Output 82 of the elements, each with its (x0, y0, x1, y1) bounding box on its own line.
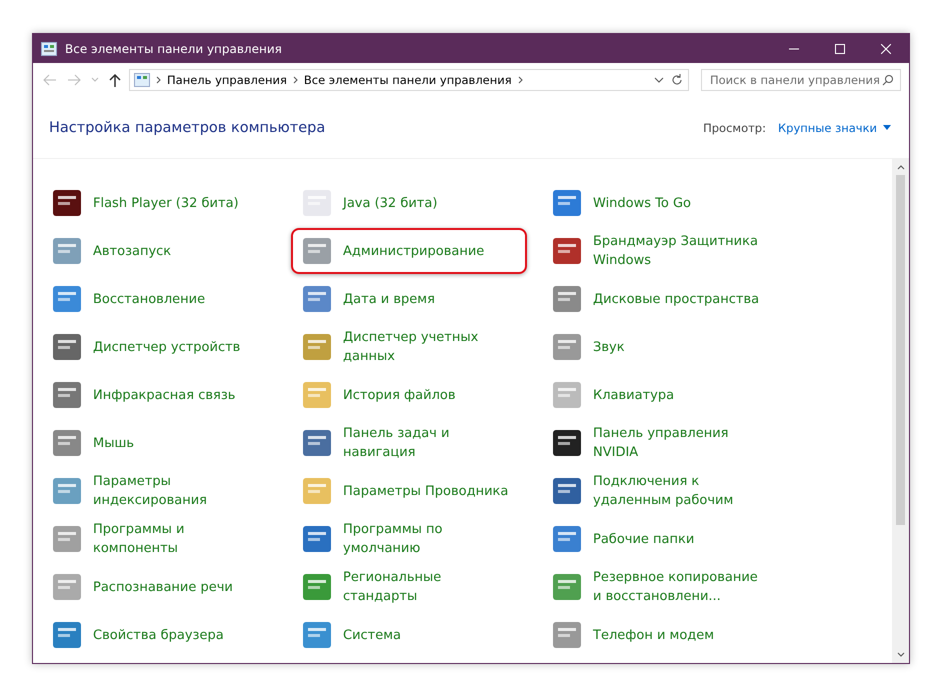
control-panel-item[interactable]: Java (32 бита) (301, 179, 551, 227)
caret-icon (883, 125, 891, 130)
control-panel-icon (551, 379, 583, 411)
control-panel-icon (51, 475, 83, 507)
view-label: Просмотр: (703, 120, 766, 134)
control-panel-icon (301, 283, 333, 315)
control-panel-icon (551, 331, 583, 363)
control-panel-icon (301, 475, 333, 507)
chevron-down-icon[interactable] (654, 77, 664, 83)
view-dropdown[interactable]: Крупные значки (778, 120, 891, 134)
control-panel-icon (301, 523, 333, 555)
control-panel-icon (51, 283, 83, 315)
control-panel-item[interactable]: Диспетчер учетных данных (301, 323, 551, 371)
control-panel-icon (551, 235, 583, 267)
control-panel-icon (551, 283, 583, 315)
control-panel-icon (301, 235, 333, 267)
chevron-right-icon (292, 76, 298, 84)
control-panel-icon (301, 427, 333, 459)
control-panel-item[interactable]: Программы и компоненты (51, 515, 301, 563)
scroll-down-icon[interactable] (896, 651, 904, 659)
control-panel-item[interactable]: Инфракрасная связь (51, 371, 301, 419)
control-panel-item[interactable]: Распознавание речи (51, 563, 301, 611)
control-panel-item[interactable]: Звук (551, 323, 801, 371)
control-panel-icon (51, 187, 83, 219)
control-panel-item[interactable]: Резервное копирование и восстановлени... (551, 563, 801, 611)
close-icon (881, 44, 891, 54)
control-panel-item[interactable]: Диспетчер устройств (51, 323, 301, 371)
chevron-down-icon (91, 77, 99, 83)
chevron-right-icon (156, 76, 161, 84)
breadcrumb-item[interactable]: Панель управления (167, 73, 287, 87)
control-panel-item[interactable]: Дата и время (301, 275, 551, 323)
control-panel-icon (51, 235, 83, 267)
search-field[interactable]: Поиск в панели управления (701, 69, 901, 91)
control-panel-item[interactable]: Мышь (51, 419, 301, 467)
control-panel-icon (51, 379, 83, 411)
control-panel-item[interactable]: Рабочие папки (551, 515, 801, 563)
control-panel-icon (551, 571, 583, 603)
control-panel-icon (551, 427, 583, 459)
control-panel-item[interactable]: Параметры Проводника (301, 467, 551, 515)
control-panel-item[interactable]: Телефон и модем (551, 611, 801, 659)
up-button[interactable] (107, 71, 123, 89)
control-panel-item[interactable]: Flash Player (32 бита) (51, 179, 301, 227)
highlight-frame: Администрирование (291, 228, 527, 274)
control-panel-icon (551, 523, 583, 555)
control-panel-item[interactable]: Панель задач и навигация (301, 419, 551, 467)
control-panel-item[interactable]: Параметры индексирования (51, 467, 301, 515)
control-panel-item[interactable]: Система (301, 611, 551, 659)
control-panel-item[interactable]: Программы по умолчанию (301, 515, 551, 563)
control-panel-item[interactable]: Дисковые пространства (551, 275, 801, 323)
control-panel-item[interactable]: Windows To Go (551, 179, 801, 227)
control-panel-item[interactable]: Панель управления NVIDIA (551, 419, 801, 467)
control-panel-icon (301, 379, 333, 411)
control-panel-icon (551, 187, 583, 219)
control-panel-item[interactable]: История файлов (301, 371, 551, 419)
control-panel-item[interactable]: Брандмауэр Защитника Windows (551, 227, 801, 275)
control-panel-item[interactable]: Региональные стандарты (301, 563, 551, 611)
window-title: Все элементы панели управления (65, 42, 283, 56)
control-panel-icon (51, 619, 83, 651)
control-panel-icon (51, 523, 83, 555)
control-panel-icon (134, 73, 150, 87)
control-panel-icon (51, 571, 83, 603)
control-panel-item[interactable]: Подключения к удаленным рабочим (551, 467, 801, 515)
maximize-icon (835, 44, 845, 54)
scroll-up-icon[interactable] (896, 163, 904, 171)
control-panel-icon (301, 331, 333, 363)
control-panel-icon (551, 619, 583, 651)
control-panel-icon (51, 331, 83, 363)
control-panel-icon (301, 619, 333, 651)
control-panel-icon (551, 475, 583, 507)
refresh-icon[interactable] (670, 73, 684, 87)
control-panel-item[interactable]: Клавиатура (551, 371, 801, 419)
search-icon (882, 74, 894, 86)
address-bar[interactable]: Панель управления Все элементы панели управления (129, 69, 689, 91)
scrollbar[interactable] (892, 159, 909, 663)
control-panel-item[interactable]: Свойства браузера (51, 611, 301, 659)
control-panel-item[interactable]: Восстановление (51, 275, 301, 323)
control-panel-icon (41, 42, 57, 56)
control-panel-icon (301, 571, 333, 603)
chevron-right-icon (518, 76, 523, 84)
breadcrumb-item[interactable]: Все элементы панели управления (304, 73, 512, 87)
page-heading: Настройка параметров компьютера (49, 120, 326, 136)
control-panel-icon (51, 427, 83, 459)
